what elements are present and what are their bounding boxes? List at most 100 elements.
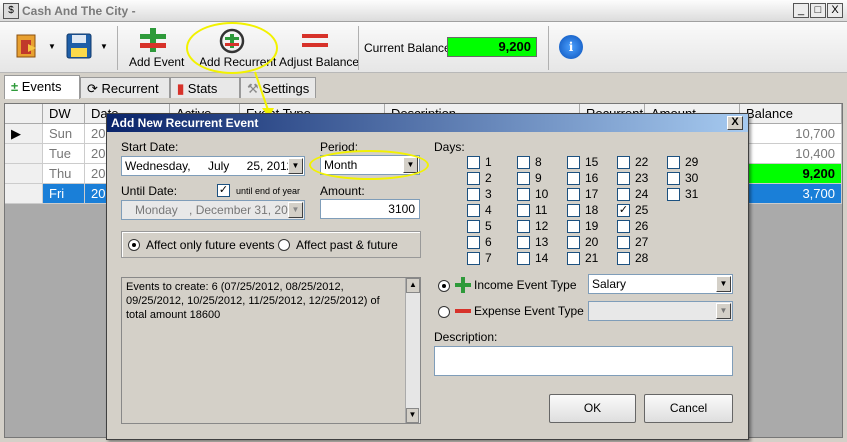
grid-header-balance[interactable]: Balance xyxy=(740,104,842,124)
day-checkbox-24[interactable]: 24 xyxy=(617,187,665,203)
day-checkbox-box[interactable] xyxy=(667,156,680,169)
day-checkbox-box[interactable] xyxy=(617,252,630,265)
table-cell[interactable]: 3,700 xyxy=(740,184,842,204)
table-cell[interactable]: 10,700 xyxy=(740,124,842,144)
day-checkbox-7[interactable]: 7 xyxy=(467,251,515,267)
day-checkbox-box[interactable] xyxy=(517,156,530,169)
day-checkbox-27[interactable]: 27 xyxy=(617,235,665,251)
day-checkbox-box[interactable] xyxy=(467,204,480,217)
day-checkbox-18[interactable]: 18 xyxy=(567,203,615,219)
day-checkbox-2[interactable]: 2 xyxy=(467,171,515,187)
day-checkbox-22[interactable]: 22 xyxy=(617,155,665,171)
day-checkbox-box[interactable] xyxy=(467,220,480,233)
day-checkbox-box[interactable] xyxy=(517,252,530,265)
info-icon[interactable]: i xyxy=(559,35,583,59)
tab-recurrent[interactable]: ⟳ Recurrent xyxy=(80,77,170,98)
day-checkbox-box[interactable] xyxy=(517,188,530,201)
day-checkbox-box[interactable] xyxy=(567,156,580,169)
amount-input[interactable]: 3100 xyxy=(320,199,420,219)
save-icon[interactable] xyxy=(66,33,92,59)
until-date-picker[interactable]: Monday , December 31, 2012 ▼ xyxy=(121,200,305,220)
day-checkbox-box[interactable]: ✓ xyxy=(617,204,630,217)
open-file-icon[interactable] xyxy=(14,32,40,60)
day-checkbox-30[interactable]: 30 xyxy=(667,171,715,187)
day-checkbox-box[interactable] xyxy=(467,188,480,201)
day-checkbox-29[interactable]: 29 xyxy=(667,155,715,171)
day-checkbox-20[interactable]: 20 xyxy=(567,235,615,251)
day-checkbox-15[interactable]: 15 xyxy=(567,155,615,171)
day-checkbox-box[interactable] xyxy=(467,236,480,249)
day-checkbox-9[interactable]: 9 xyxy=(517,171,565,187)
day-checkbox-box[interactable] xyxy=(517,204,530,217)
save-dropdown-chevron-icon[interactable]: ▼ xyxy=(100,42,108,51)
day-checkbox-box[interactable] xyxy=(467,172,480,185)
scroll-down-icon[interactable]: ▼ xyxy=(406,408,419,423)
day-checkbox-5[interactable]: 5 xyxy=(467,219,515,235)
day-checkbox-6[interactable]: 6 xyxy=(467,235,515,251)
affect-past-future-radio[interactable] xyxy=(278,239,290,251)
minimize-button[interactable]: _ xyxy=(793,3,809,18)
day-checkbox-box[interactable] xyxy=(617,172,630,185)
row-selector[interactable] xyxy=(5,164,43,184)
day-checkbox-box[interactable] xyxy=(517,172,530,185)
day-checkbox-box[interactable] xyxy=(567,220,580,233)
income-type-select[interactable]: Salary ▼ xyxy=(588,274,733,294)
chevron-down-icon[interactable]: ▼ xyxy=(288,158,303,174)
table-cell[interactable]: 9,200 xyxy=(740,164,842,184)
day-checkbox-31[interactable]: 31 xyxy=(667,187,715,203)
scroll-up-icon[interactable]: ▲ xyxy=(406,278,420,293)
expense-type-radio[interactable] xyxy=(438,306,450,318)
day-checkbox-28[interactable]: 28 xyxy=(617,251,665,267)
day-checkbox-13[interactable]: 13 xyxy=(517,235,565,251)
day-checkbox-box[interactable] xyxy=(617,220,630,233)
grid-header-dw[interactable]: DW xyxy=(43,104,85,124)
cancel-button[interactable]: Cancel xyxy=(644,394,733,423)
income-type-radio[interactable] xyxy=(438,280,450,292)
day-checkbox-19[interactable]: 19 xyxy=(567,219,615,235)
chevron-down-icon[interactable]: ▼ xyxy=(288,202,303,218)
day-checkbox-8[interactable]: 8 xyxy=(517,155,565,171)
day-checkbox-box[interactable] xyxy=(517,220,530,233)
chevron-down-icon[interactable]: ▼ xyxy=(716,276,731,292)
table-cell[interactable]: Tue xyxy=(43,144,85,164)
ok-button[interactable]: OK xyxy=(549,394,636,423)
day-checkbox-box[interactable] xyxy=(517,236,530,249)
day-checkbox-box[interactable] xyxy=(617,156,630,169)
chevron-down-icon[interactable]: ▼ xyxy=(716,303,731,319)
maximize-button[interactable]: □ xyxy=(810,3,826,18)
row-selector-icon[interactable]: ▶ xyxy=(5,124,43,144)
day-checkbox-box[interactable] xyxy=(567,252,580,265)
day-checkbox-12[interactable]: 12 xyxy=(517,219,565,235)
day-checkbox-box[interactable] xyxy=(667,172,680,185)
table-cell[interactable]: Sun xyxy=(43,124,85,144)
add-event-button[interactable]: Add Event xyxy=(128,24,184,70)
day-checkbox-4[interactable]: 4 xyxy=(467,203,515,219)
day-checkbox-23[interactable]: 23 xyxy=(617,171,665,187)
day-checkbox-14[interactable]: 14 xyxy=(517,251,565,267)
affect-future-radio[interactable] xyxy=(128,239,140,251)
day-checkbox-box[interactable] xyxy=(567,204,580,217)
start-date-picker[interactable]: Wednesday, July 25, 2012 ▼ xyxy=(121,156,305,176)
day-checkbox-11[interactable]: 11 xyxy=(517,203,565,219)
dialog-close-button[interactable]: X xyxy=(727,116,743,130)
close-button[interactable]: X xyxy=(827,3,843,18)
day-checkbox-box[interactable] xyxy=(617,236,630,249)
day-checkbox-17[interactable]: 17 xyxy=(567,187,615,203)
day-checkbox-3[interactable]: 3 xyxy=(467,187,515,203)
expense-type-select[interactable]: ▼ xyxy=(588,301,733,321)
day-checkbox-16[interactable]: 16 xyxy=(567,171,615,187)
row-selector[interactable] xyxy=(5,184,43,204)
day-checkbox-box[interactable] xyxy=(467,156,480,169)
day-checkbox-box[interactable] xyxy=(667,188,680,201)
summary-scrollbar[interactable]: ▲ ▼ xyxy=(405,278,420,423)
open-dropdown-chevron-icon[interactable]: ▼ xyxy=(48,42,56,51)
tab-events[interactable]: ± Events xyxy=(4,75,80,99)
description-input[interactable] xyxy=(434,346,733,376)
day-checkbox-10[interactable]: 10 xyxy=(517,187,565,203)
adjust-balance-button[interactable]: Adjust Balance xyxy=(278,24,359,70)
until-end-of-year-checkbox[interactable]: ✓ xyxy=(217,184,230,197)
row-selector[interactable] xyxy=(5,144,43,164)
day-checkbox-box[interactable] xyxy=(567,172,580,185)
day-checkbox-25[interactable]: ✓ 25 xyxy=(617,203,665,219)
day-checkbox-21[interactable]: 21 xyxy=(567,251,615,267)
